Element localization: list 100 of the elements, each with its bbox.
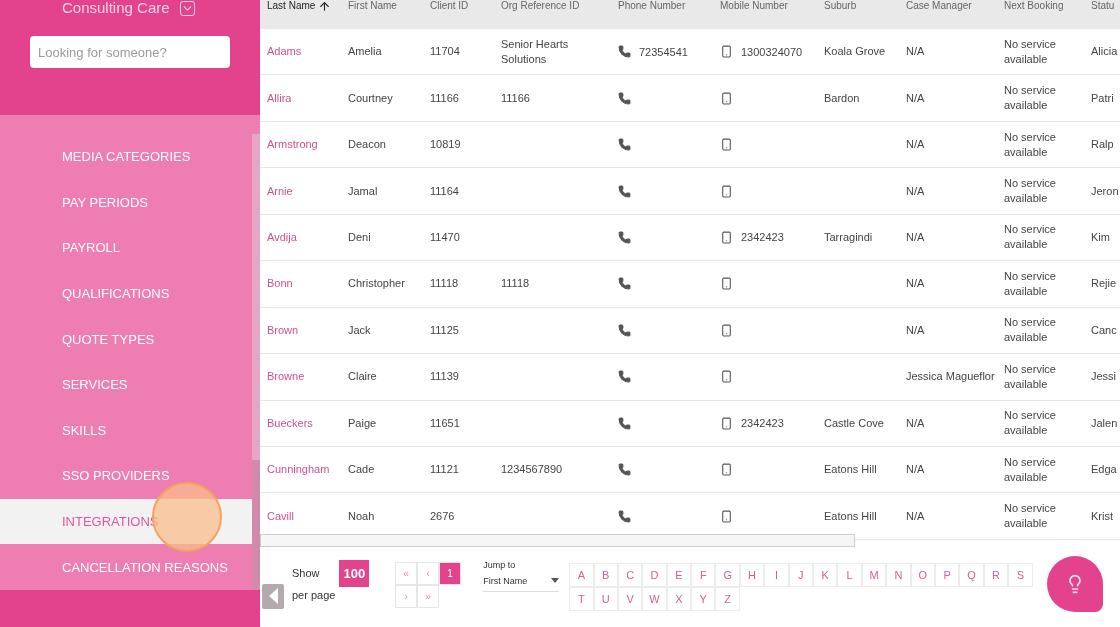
letter-filter-button[interactable]: A: [569, 562, 594, 587]
client-link[interactable]: Browne: [267, 369, 348, 385]
sidebar-item[interactable]: QUOTE TYPES: [0, 316, 252, 362]
mobile-phone-icon[interactable]: [720, 463, 733, 477]
sidebar-item[interactable]: PAY PERIODS: [0, 179, 252, 226]
client-link[interactable]: Cavill: [267, 508, 348, 524]
letter-filter-button[interactable]: H: [739, 562, 765, 587]
phone-icon[interactable]: [618, 45, 631, 59]
column-header[interactable]: Suburb: [824, 0, 906, 29]
letter-filter-button[interactable]: Q: [959, 562, 984, 587]
mobile-phone-icon[interactable]: [720, 416, 733, 430]
letter-filter-button[interactable]: R: [983, 562, 1009, 587]
sidebar-item[interactable]: QUALIFICATIONS: [0, 270, 252, 317]
phone-icon[interactable]: [618, 416, 631, 430]
page-size-selector[interactable]: 100: [339, 559, 370, 587]
mobile-phone-icon[interactable]: [720, 277, 733, 291]
mobile-phone-icon[interactable]: [720, 509, 733, 523]
letter-filter-button[interactable]: J: [788, 562, 814, 587]
table-cell-text: No service available: [1004, 361, 1057, 392]
table-cell-text: N/A: [906, 508, 926, 524]
column-header[interactable]: Client ID: [430, 0, 501, 29]
letter-filter-button[interactable]: E: [666, 562, 692, 587]
letter-filter-button[interactable]: L: [837, 562, 862, 587]
client-link[interactable]: Adams: [267, 44, 348, 60]
table-cell-text: 11166: [501, 90, 531, 106]
sidebar-item[interactable]: PAYROLL: [0, 225, 252, 271]
sidebar-item[interactable]: SERVICES: [0, 361, 252, 408]
phone-icon[interactable]: [618, 230, 631, 244]
client-link[interactable]: Arnie: [267, 183, 348, 199]
sidebar-item[interactable]: MEDIA CATEGORIES: [0, 134, 252, 180]
letter-filter-button[interactable]: W: [642, 586, 667, 611]
table-cell-text: Castle Cove: [824, 415, 885, 431]
table-cell-text: No service available: [1004, 454, 1057, 485]
sidebar-item[interactable]: SKILLS: [0, 407, 252, 454]
mobile-phone-icon[interactable]: [720, 45, 733, 59]
client-link[interactable]: Allira: [267, 90, 348, 106]
column-header[interactable]: Phone Number: [618, 0, 720, 29]
table-cell-text: Senior Hearts Solutions: [501, 36, 570, 67]
column-header[interactable]: Statu: [1091, 0, 1120, 29]
letter-filter-button[interactable]: Y: [691, 586, 716, 611]
phone-icon[interactable]: [618, 91, 631, 105]
column-header[interactable]: Org Reference ID: [501, 0, 618, 29]
letter-filter-button[interactable]: M: [861, 562, 887, 587]
letter-filter-button[interactable]: P: [935, 562, 960, 587]
column-header[interactable]: Last Name: [267, 0, 348, 29]
client-link[interactable]: Bueckers: [267, 415, 348, 431]
pagination-button[interactable]: 1: [439, 561, 462, 585]
phone-icon[interactable]: [618, 277, 631, 291]
letter-filter-button[interactable]: I: [764, 562, 789, 587]
table-cell-text: Jack: [348, 322, 372, 338]
mobile-phone-icon[interactable]: [720, 91, 733, 105]
table-cell-text: Bardon: [824, 90, 861, 106]
letter-filter-button[interactable]: S: [1008, 562, 1033, 587]
mobile-phone-icon[interactable]: [720, 230, 733, 244]
table-cell-text: No service available: [1004, 501, 1057, 532]
mobile-phone-icon[interactable]: [720, 370, 733, 384]
mobile-phone-icon[interactable]: [720, 184, 733, 198]
phone-icon[interactable]: [618, 509, 631, 523]
sidebar-item[interactable]: CANCELLATION REASONS: [0, 544, 252, 590]
jump-to-dropdown[interactable]: First Name: [483, 569, 560, 592]
letter-filter-button[interactable]: T: [569, 586, 594, 611]
letter-filter-button[interactable]: O: [910, 562, 935, 587]
client-link[interactable]: Armstrong: [267, 137, 348, 153]
letter-filter-button[interactable]: G: [715, 562, 740, 587]
phone-icon[interactable]: [618, 184, 631, 198]
table-cell-text: N/A: [906, 183, 926, 199]
letter-filter-button[interactable]: K: [813, 562, 838, 587]
scrollbar[interactable]: [252, 134, 260, 590]
column-header[interactable]: Case Manager: [906, 0, 1004, 29]
mobile-phone-icon[interactable]: [720, 323, 733, 337]
phone-icon[interactable]: [618, 323, 631, 337]
pagination-button[interactable]: »: [417, 584, 440, 608]
horizontal-scrollbar[interactable]: [260, 533, 855, 547]
phone-icon[interactable]: [618, 138, 631, 152]
search-field[interactable]: Looking for someone?: [30, 36, 230, 68]
table-cell-text: Alicia: [1091, 44, 1119, 60]
table-cell-text: 11704: [430, 44, 461, 60]
letter-filter-button[interactable]: F: [691, 562, 716, 587]
phone-icon[interactable]: [618, 370, 631, 384]
client-link[interactable]: Bonn: [267, 276, 348, 292]
pagination-button[interactable]: «: [395, 561, 418, 585]
table-cell-text: Jalen: [1091, 415, 1119, 431]
letter-filter-button[interactable]: N: [886, 562, 911, 587]
column-header[interactable]: Next Booking: [1004, 0, 1091, 29]
column-header[interactable]: First Name: [348, 0, 430, 29]
letter-filter-button[interactable]: B: [593, 562, 618, 587]
dropdown-icon[interactable]: [179, 0, 195, 16]
pagination-button[interactable]: ‹: [417, 561, 440, 585]
letter-filter-button[interactable]: D: [642, 562, 667, 587]
pagination-button[interactable]: ›: [395, 584, 418, 608]
client-link[interactable]: Brown: [267, 322, 348, 338]
column-header[interactable]: Mobile Number: [720, 0, 824, 29]
phone-icon[interactable]: [618, 463, 631, 477]
letter-filter-button[interactable]: Z: [715, 586, 740, 611]
client-link[interactable]: Cunningham: [267, 462, 348, 478]
sidebar-item[interactable]: SSO PROVIDERS: [0, 453, 252, 499]
table-cell-text: Jamal: [348, 183, 379, 199]
client-link[interactable]: Avdija: [267, 229, 348, 245]
letter-filter-button[interactable]: C: [617, 562, 643, 587]
mobile-phone-icon[interactable]: [720, 138, 733, 152]
